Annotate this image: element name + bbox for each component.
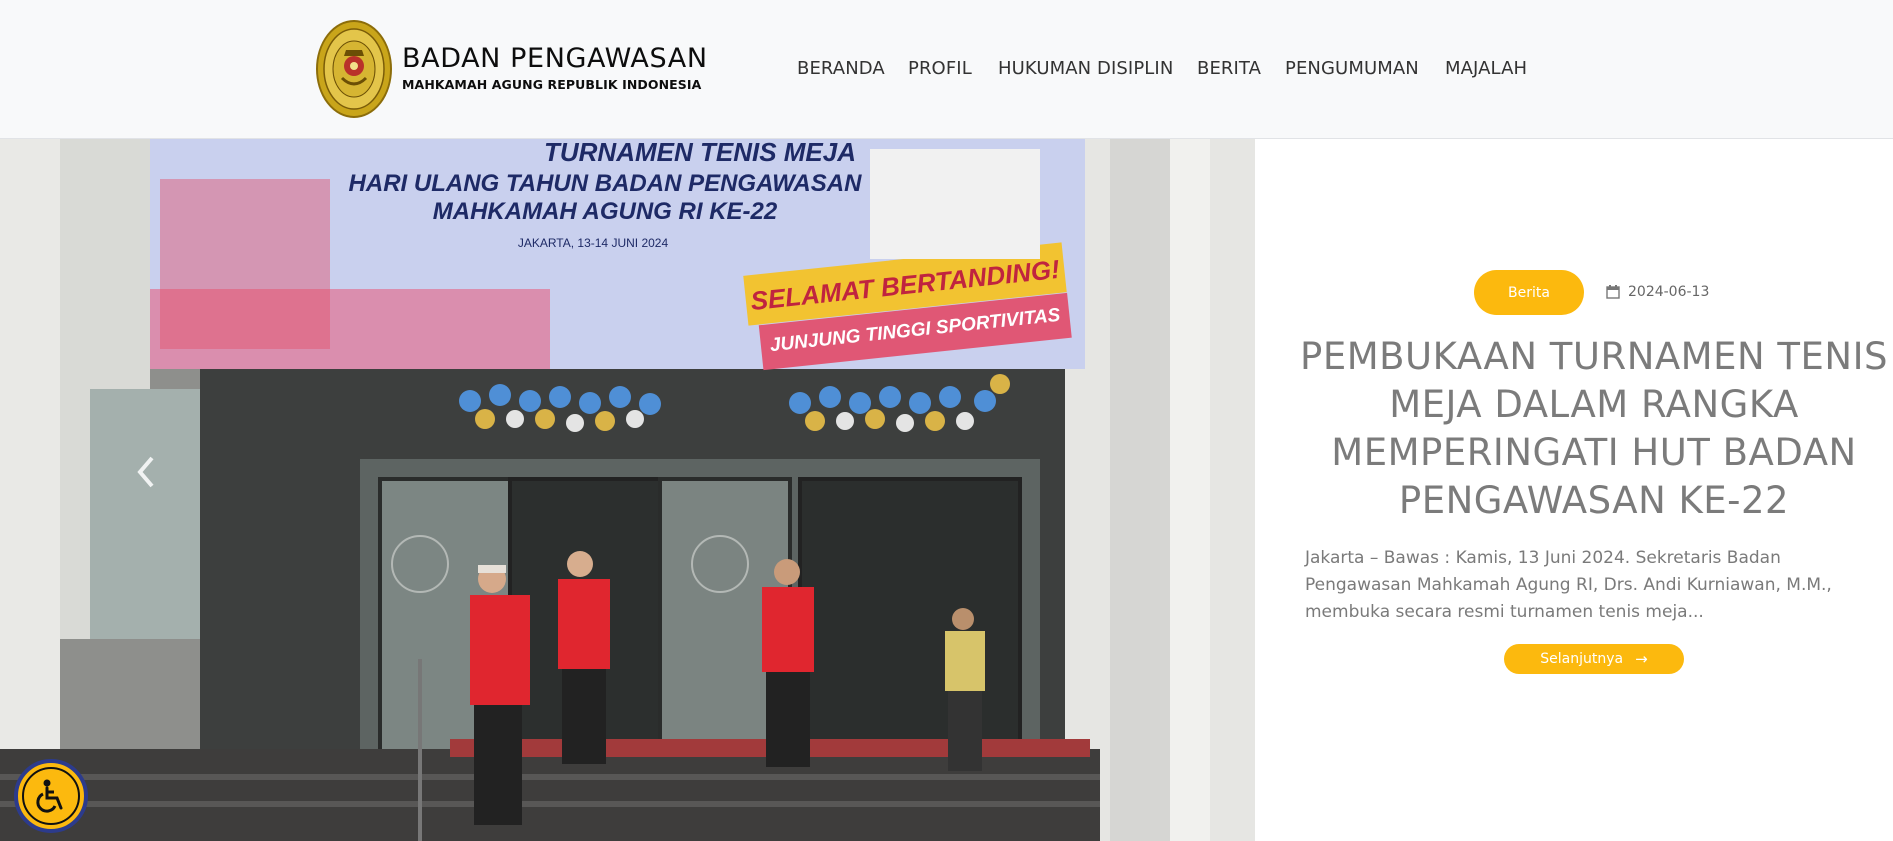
accessibility-button[interactable] — [14, 759, 88, 833]
banner-line1: TURNAMEN TENIS MEJA — [544, 139, 856, 167]
hero-photo: TURNAMEN TENIS MEJA HARI ULANG TAHUN BAD… — [0, 139, 1255, 841]
read-more-label: Selanjutnya — [1540, 651, 1624, 667]
date-text: 2024-06-13 — [1628, 284, 1710, 300]
read-more-button[interactable]: Selanjutnya → — [1504, 644, 1684, 674]
nav-item-profil[interactable]: PROFIL — [908, 58, 972, 79]
news-excerpt: Jakarta – Bawas : Kamis, 13 Juni 2024. S… — [1305, 548, 1832, 622]
banner-line3: MAHKAMAH AGUNG RI KE-22 — [433, 198, 778, 225]
news-headline[interactable]: PEMBUKAAN TURNAMEN TENIS MEJA DALAM RANG… — [1294, 333, 1893, 525]
banner-line2: HARI ULANG TAHUN BADAN PENGAWASAN — [349, 170, 863, 197]
person-3 — [762, 559, 814, 767]
nav-item-berita[interactable]: BERITA — [1197, 58, 1261, 79]
nav-item-majalah[interactable]: MAJALAH — [1445, 58, 1527, 79]
nav-item-pengumuman[interactable]: PENGUMUMAN — [1285, 58, 1419, 79]
calendar-icon — [1606, 285, 1620, 299]
arrow-right-icon: → — [1635, 650, 1648, 668]
main-navigation: BERANDA PROFIL HUKUMAN DISIPLIN BERITA P… — [0, 58, 1893, 80]
post-date: 2024-06-13 — [1606, 283, 1709, 301]
category-badge[interactable]: Berita — [1474, 270, 1584, 315]
person-guard — [945, 608, 985, 771]
wheelchair-icon — [36, 779, 63, 813]
banner-date: JAKARTA, 13-14 JUNI 2024 — [518, 236, 669, 250]
person-2 — [558, 551, 610, 764]
site-header: BADAN PENGAWASAN MAHKAMAH AGUNG REPUBLIK… — [0, 0, 1893, 139]
nav-item-beranda[interactable]: BERANDA — [797, 58, 885, 79]
nav-item-hukuman-disiplin[interactable]: HUKUMAN DISIPLIN — [998, 58, 1173, 79]
chevron-left-icon[interactable] — [132, 450, 160, 494]
person-speaker — [470, 565, 530, 825]
